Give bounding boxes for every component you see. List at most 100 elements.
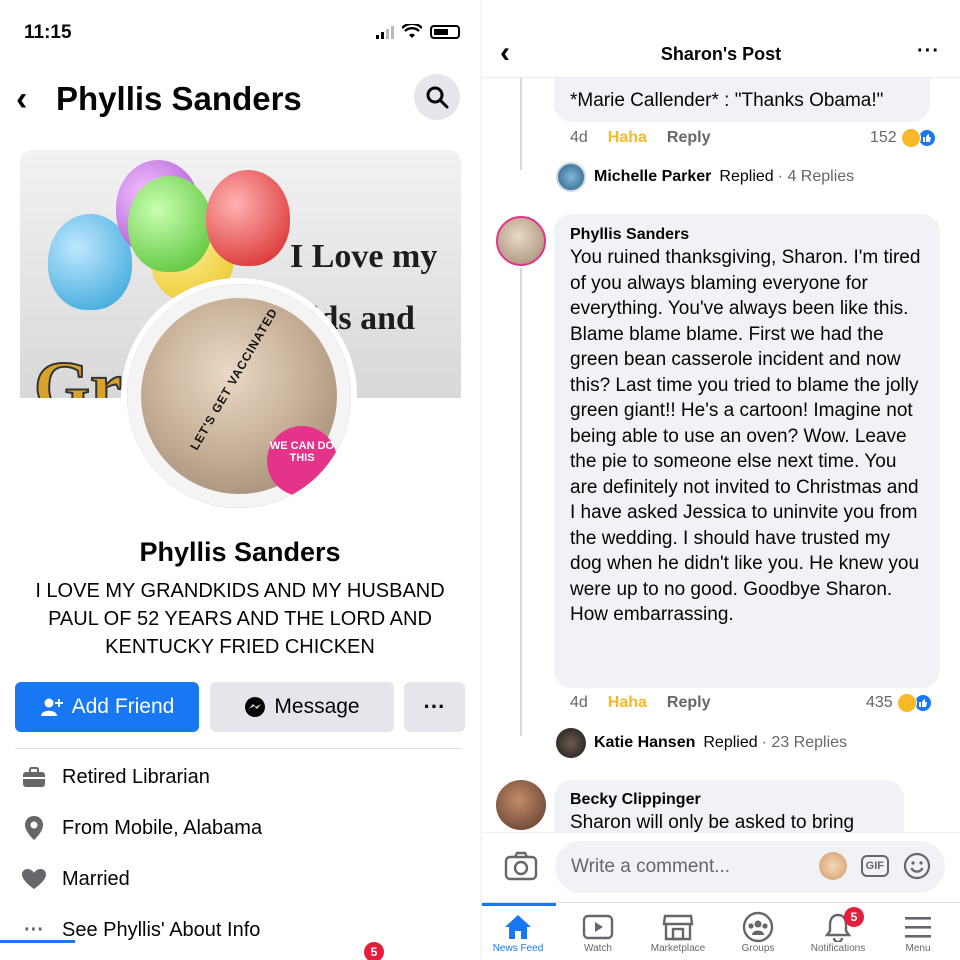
status-time: 11:15 bbox=[24, 22, 72, 43]
balloon-image bbox=[206, 170, 290, 266]
wifi-icon bbox=[402, 24, 422, 38]
tab-label: Groups bbox=[741, 943, 775, 954]
reply-count: · 4 Replies bbox=[777, 168, 855, 185]
camera-icon bbox=[504, 851, 538, 881]
location-pin-icon bbox=[20, 815, 48, 841]
reaction-count: 435 bbox=[866, 694, 893, 711]
post-header: ‹ Sharon's Post ··· bbox=[482, 28, 960, 78]
reply-action: Replied bbox=[703, 734, 758, 751]
frame-badge: WE CAN DO THIS bbox=[267, 426, 337, 496]
avatar-sticker-icon[interactable] bbox=[818, 852, 847, 880]
battery-icon bbox=[430, 25, 460, 39]
composer-icons: GIF bbox=[818, 852, 931, 880]
comment-author[interactable]: Phyllis Sanders bbox=[554, 214, 940, 244]
search-icon bbox=[426, 86, 449, 109]
tabbar: 5 bbox=[0, 942, 480, 960]
thread-line bbox=[520, 78, 522, 170]
see-about-label: See Phyllis' About Info bbox=[62, 918, 261, 941]
profile-header: ‹ Phyllis Sanders bbox=[0, 72, 480, 128]
watch-icon bbox=[582, 914, 614, 940]
comment-input[interactable]: Write a comment... GIF bbox=[555, 841, 945, 893]
reply-action: Replied bbox=[719, 168, 774, 185]
bottom-tabbar: News Feed Watch Marketplace Groups 5 Not… bbox=[482, 902, 960, 960]
reaction-summary[interactable]: 152 bbox=[870, 128, 937, 148]
tab-menu[interactable]: Menu bbox=[878, 911, 958, 954]
status-bar: 11:15 bbox=[0, 0, 480, 68]
avatar[interactable] bbox=[496, 216, 546, 266]
camera-button[interactable] bbox=[504, 851, 538, 886]
reply-author: Katie Hansen bbox=[594, 734, 696, 751]
reply-button[interactable]: Reply bbox=[667, 694, 711, 712]
tab-groups[interactable]: Groups bbox=[718, 911, 798, 954]
comment-bubble: Phyllis Sanders You ruined thanksgiving,… bbox=[554, 214, 940, 688]
balloon-image bbox=[128, 176, 212, 272]
avatar bbox=[556, 162, 586, 192]
profile-screen: 11:15 ‹ Phyllis Sanders I Love my ids an… bbox=[0, 0, 480, 960]
info-from-place[interactable]: Mobile, Alabama bbox=[114, 817, 262, 840]
comment-placeholder: Write a comment... bbox=[571, 856, 731, 877]
active-tab-indicator bbox=[482, 903, 556, 906]
avatar[interactable] bbox=[496, 780, 546, 830]
add-friend-icon bbox=[40, 698, 63, 716]
reaction-summary[interactable]: 435 bbox=[866, 693, 933, 713]
profile-avatar[interactable]: LET'S GET VACCINATED WE CAN DO THIS bbox=[121, 278, 357, 514]
replies-link[interactable]: Katie Hansen Replied · 23 Replies bbox=[556, 728, 847, 758]
comment-meta: 4d Haha Reply bbox=[570, 694, 711, 712]
message-button[interactable]: Message bbox=[210, 682, 394, 732]
emoji-icon[interactable] bbox=[903, 852, 931, 880]
avatar bbox=[556, 728, 586, 758]
reply-author: Michelle Parker bbox=[594, 168, 712, 185]
messenger-icon bbox=[245, 697, 266, 717]
haha-reaction-icon bbox=[896, 693, 917, 713]
tab-label: Watch bbox=[584, 943, 612, 954]
tab-label: Notifications bbox=[810, 943, 866, 954]
signal-icon bbox=[376, 25, 394, 39]
tab-watch[interactable]: Watch bbox=[558, 911, 638, 954]
info-work: Retired Librarian bbox=[20, 762, 210, 792]
profile-name: Phyllis Sanders bbox=[139, 537, 341, 567]
tab-marketplace[interactable]: Marketplace bbox=[638, 911, 718, 954]
haha-button[interactable]: Haha bbox=[608, 694, 647, 712]
tab-news-feed[interactable]: News Feed bbox=[482, 911, 558, 954]
reply-count: · 23 Replies bbox=[761, 734, 848, 751]
back-button[interactable]: ‹ bbox=[16, 82, 27, 116]
search-button[interactable] bbox=[414, 74, 460, 120]
tab-label: Menu bbox=[905, 943, 931, 954]
more-options-button[interactable]: ··· bbox=[917, 40, 940, 63]
tab-notifications[interactable]: 5 Notifications bbox=[798, 907, 878, 954]
home-icon bbox=[505, 915, 531, 939]
tab-indicator bbox=[0, 940, 75, 943]
comment-composer: Write a comment... GIF bbox=[482, 832, 960, 900]
add-friend-label: Add Friend bbox=[71, 695, 175, 718]
notification-badge: 5 bbox=[844, 907, 864, 927]
thread-line bbox=[520, 268, 522, 736]
status-icons bbox=[376, 24, 460, 40]
info-relationship-text: Married bbox=[62, 867, 130, 890]
notification-badge: 5 bbox=[364, 942, 384, 960]
comment-bubble: *Marie Callender* : "Thanks Obama!" bbox=[554, 78, 930, 122]
haha-reaction-icon bbox=[900, 128, 921, 148]
briefcase-icon bbox=[20, 766, 48, 788]
more-button[interactable]: ··· bbox=[404, 682, 465, 732]
divider bbox=[15, 748, 462, 749]
gif-button[interactable]: GIF bbox=[860, 855, 889, 877]
profile-bio: I LOVE MY GRANDKIDS AND MY HUSBAND PAUL … bbox=[35, 580, 445, 658]
heart-icon bbox=[20, 868, 48, 890]
tab-label: Marketplace bbox=[650, 943, 706, 954]
cover-text: I Love my bbox=[290, 238, 438, 275]
add-friend-button[interactable]: Add Friend bbox=[15, 682, 199, 732]
comment-text: *Marie Callender* : "Thanks Obama!" bbox=[570, 90, 884, 111]
menu-icon bbox=[905, 917, 931, 938]
reply-button[interactable]: Reply bbox=[667, 129, 711, 147]
haha-button[interactable]: Haha bbox=[608, 129, 647, 147]
info-from: From Mobile, Alabama bbox=[20, 813, 262, 843]
more-dots-icon: ··· bbox=[24, 918, 44, 941]
comment-author[interactable]: Becky Clippinger bbox=[554, 780, 904, 809]
post-comments-screen: ‹ Sharon's Post ··· *Marie Callender* : … bbox=[482, 0, 960, 960]
info-work-text: Retired Librarian bbox=[62, 765, 210, 788]
info-relationship: Married bbox=[20, 864, 130, 894]
replies-link[interactable]: Michelle Parker Replied · 4 Replies bbox=[556, 162, 854, 192]
page-title: Phyllis Sanders bbox=[56, 80, 302, 117]
info-from-prefix: From bbox=[62, 816, 115, 839]
avatar-photo: LET'S GET VACCINATED WE CAN DO THIS bbox=[127, 284, 351, 508]
